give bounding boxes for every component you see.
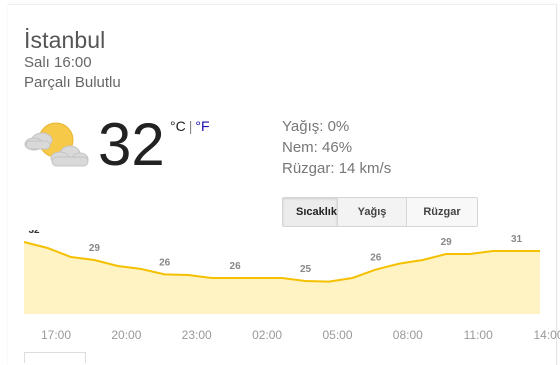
temperature-chart: 32 29 26 26 25 26 29 31 17:00 20:00 23:00 02:00 05:…	[0, 230, 560, 358]
data-label: 26	[230, 261, 242, 272]
x-tick-label: 02:00	[252, 328, 282, 342]
humidity-value: Nem: 46%	[282, 139, 353, 156]
x-tick-label: 20:00	[111, 328, 141, 342]
weather-details: Yağış: 0% Nem: 46% Rüzgar: 14 km/s	[282, 116, 391, 179]
tab-precipitation[interactable]: Yağış	[338, 198, 407, 226]
x-tick-label: 17:00	[41, 328, 71, 342]
tab-wind[interactable]: Rüzgar	[407, 198, 477, 226]
x-tick-label: 05:00	[322, 328, 352, 342]
unit-separator: |	[188, 118, 193, 134]
wind-value: Rüzgar: 14 km/s	[282, 160, 392, 177]
data-label: 31	[511, 234, 523, 245]
x-tick-label: 23:00	[182, 328, 212, 342]
data-label: 32	[28, 230, 40, 236]
fahrenheit-link[interactable]: °F	[195, 118, 209, 134]
precipitation-value: Yağış: 0%	[282, 118, 350, 135]
city-name: İstanbul	[24, 27, 106, 53]
current-temperature: 32	[98, 111, 165, 178]
x-tick-label: 11:00	[464, 328, 493, 342]
data-label: 26	[370, 253, 382, 264]
partly-cloudy-icon	[22, 118, 90, 170]
data-label: 29	[89, 243, 101, 254]
weather-condition: Parçalı Bulutlu	[24, 74, 121, 91]
celsius-link[interactable]: °C	[170, 118, 186, 134]
data-label: 29	[441, 237, 453, 248]
data-label: 26	[159, 257, 171, 268]
x-tick-label: 14:00	[533, 328, 560, 342]
day-time: Salı 16:00	[24, 54, 92, 71]
data-label: 25	[300, 264, 312, 275]
unit-toggle: °C | °F	[170, 118, 210, 134]
tab-temperature[interactable]: Sıcaklık	[283, 198, 338, 226]
chart-tabs: Sıcaklık Yağış Rüzgar	[282, 197, 478, 227]
x-tick-label: 08:00	[393, 328, 423, 342]
